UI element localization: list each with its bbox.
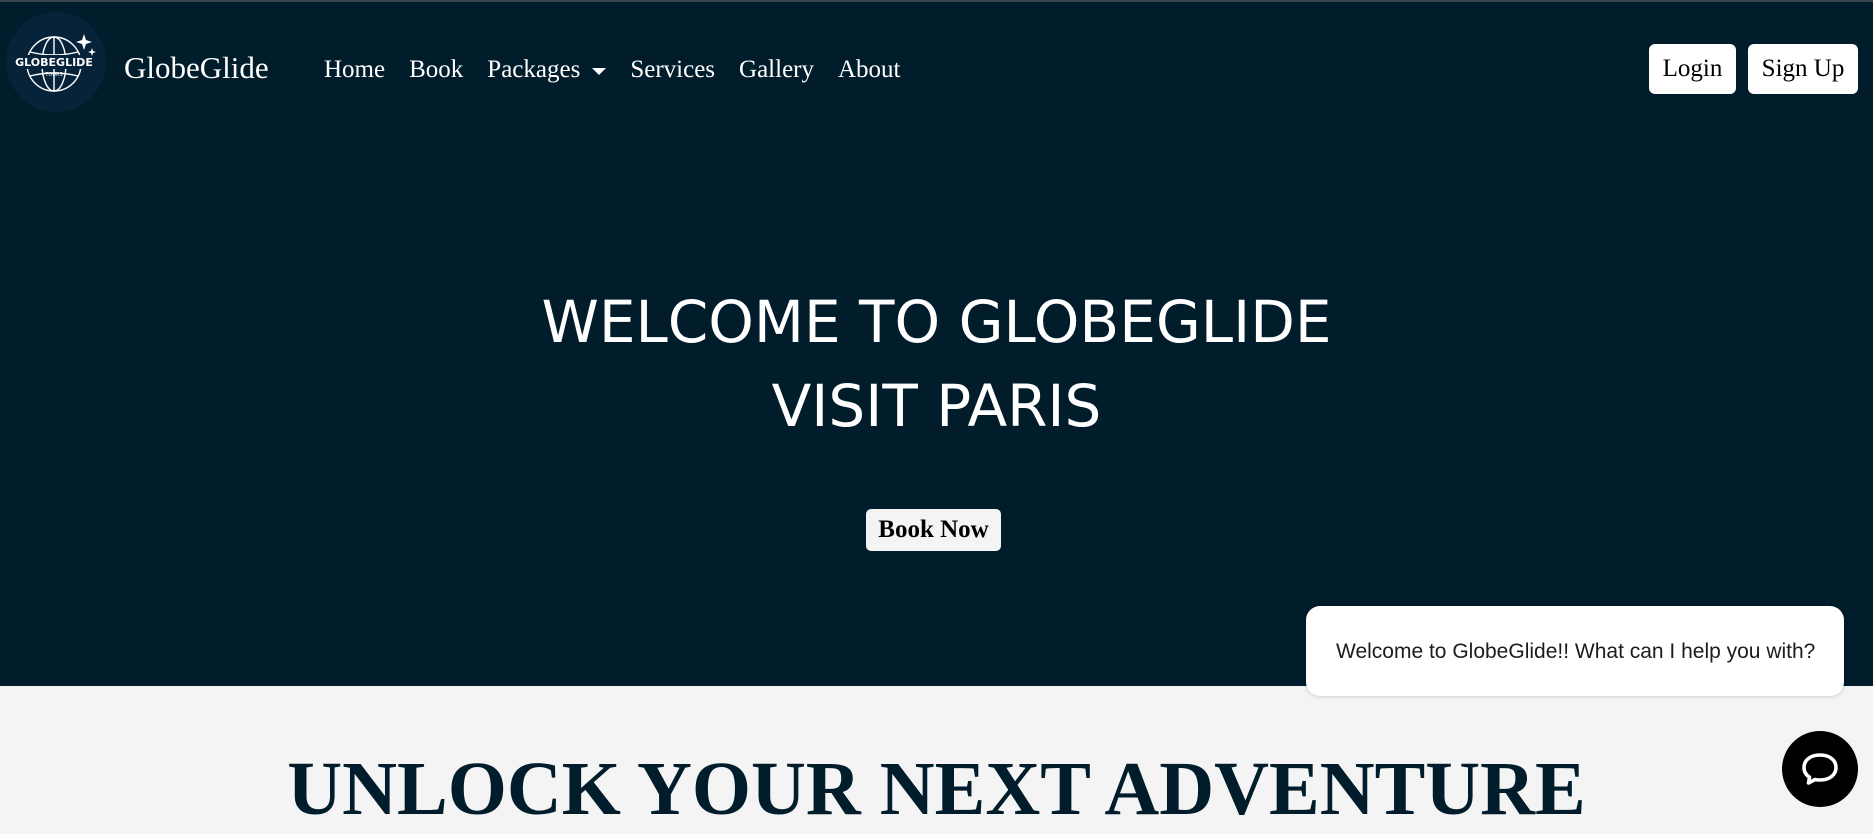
chat-welcome-bubble: Welcome to GlobeGlide!! What can I help … (1306, 606, 1844, 696)
brand-name[interactable]: GlobeGlide (124, 48, 269, 88)
nav-gallery-label: Gallery (739, 56, 814, 83)
login-button[interactable]: Login (1649, 44, 1736, 94)
nav-packages-label: Packages (487, 56, 581, 83)
navbar: GLOBEGLIDE TOURS GlobeGlide Home Book Pa… (0, 2, 1873, 132)
hero-heading-line-1: WELCOME TO GLOBEGLIDE (541, 288, 1332, 356)
nav-about[interactable]: About (838, 50, 901, 90)
nav-gallery[interactable]: Gallery (739, 50, 814, 90)
book-now-button[interactable]: Book Now (866, 509, 1001, 551)
nav-packages-dropdown[interactable]: Packages (487, 50, 607, 90)
svg-text:TOURS: TOURS (44, 72, 62, 78)
caret-down-icon (592, 67, 607, 75)
chat-launcher-button[interactable] (1782, 731, 1858, 807)
nav-home-label: Home (324, 56, 386, 83)
nav-book[interactable]: Book (409, 50, 463, 90)
svg-text:GLOBEGLIDE: GLOBEGLIDE (15, 56, 93, 69)
nav-services-label: Services (630, 56, 716, 83)
globe-logo-icon: GLOBEGLIDE TOURS (14, 34, 96, 92)
nav-about-label: About (838, 56, 901, 83)
section-heading: UNLOCK YOUR NEXT ADVENTURE (287, 747, 1586, 831)
hero-heading: WELCOME TO GLOBEGLIDE VISIT PARIS (0, 280, 1873, 448)
chat-welcome-message: Welcome to GlobeGlide!! What can I help … (1336, 640, 1816, 663)
nav-services[interactable]: Services (630, 50, 715, 90)
nav-book-label: Book (409, 56, 464, 83)
hero-heading-line-2: VISIT PARIS (771, 372, 1102, 440)
brand-logo[interactable]: GLOBEGLIDE TOURS (6, 12, 106, 112)
nav-home[interactable]: Home (324, 50, 385, 90)
signup-button[interactable]: Sign Up (1748, 44, 1858, 94)
chat-bubble-icon (1802, 753, 1838, 785)
main-nav: Home Book Packages Services Gallery Abou… (324, 50, 925, 90)
